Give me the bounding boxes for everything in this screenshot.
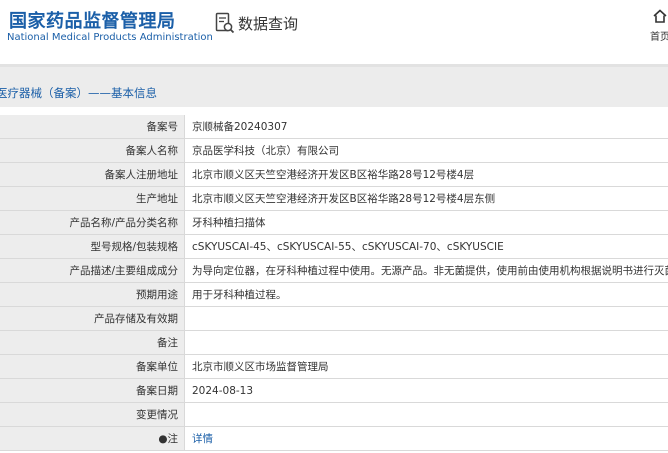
table-row: 备案号 京顺械备20240307 bbox=[0, 115, 668, 139]
field-value: 北京市顺义区天竺空港经济开发区B区裕华路28号12号楼4层 bbox=[184, 162, 668, 187]
field-label: 预期用途 bbox=[0, 282, 185, 307]
field-value: 用于牙科种植过程。 bbox=[184, 282, 668, 307]
field-value: 详情 bbox=[184, 426, 668, 451]
field-value bbox=[184, 402, 668, 427]
field-value: 为导向定位器，在牙科种植过程中使用。无源产品。非无菌提供，使用前由使用机构根据说… bbox=[184, 258, 668, 283]
data-search-label: 数据查询 bbox=[238, 14, 299, 33]
field-label: 型号规格/包装规格 bbox=[0, 234, 185, 259]
field-label: 备案人注册地址 bbox=[0, 162, 185, 187]
home-link[interactable]: 首页 bbox=[646, 6, 668, 46]
details-link[interactable]: 详情 bbox=[192, 433, 213, 445]
field-value: 京顺械备20240307 bbox=[184, 115, 668, 139]
table-row: 预期用途 用于牙科种植过程。 bbox=[0, 282, 668, 307]
table-row: 备案人注册地址 北京市顺义区天竺空港经济开发区B区裕华路28号12号楼4层 bbox=[0, 162, 668, 187]
table-row: 产品名称/产品分类名称 牙科种植扫描体 bbox=[0, 210, 668, 235]
field-label: 产品存储及有效期 bbox=[0, 306, 185, 331]
table-row: 产品描述/主要组成成分 为导向定位器，在牙科种植过程中使用。无源产品。非无菌提供，… bbox=[0, 258, 668, 283]
field-label: 产品描述/主要组成成分 bbox=[0, 258, 185, 283]
table-row: ●注 详情 bbox=[0, 426, 668, 451]
field-label: 备案单位 bbox=[0, 354, 185, 379]
breadcrumb: 医疗器械（备案）——基本信息 bbox=[0, 64, 668, 107]
table-row: 备注 bbox=[0, 330, 668, 355]
breadcrumb-text: 医疗器械（备案）——基本信息 bbox=[0, 86, 157, 100]
data-search-link[interactable]: 数据查询 bbox=[215, 12, 298, 34]
field-value: 牙科种植扫描体 bbox=[184, 210, 668, 235]
table-row: 生产地址 北京市顺义区天竺空港经济开发区B区裕华路28号12号楼4层东侧 bbox=[0, 186, 668, 211]
logo-title-cn[interactable]: 国家药品监督管理局 bbox=[9, 7, 176, 33]
field-value: cSKYUSCAI-45、cSKYUSCAI-55、cSKYUSCAI-70、c… bbox=[184, 234, 668, 259]
field-value bbox=[184, 306, 668, 331]
field-label: 备案日期 bbox=[0, 378, 185, 403]
table-row: 备案日期 2024-08-13 bbox=[0, 378, 668, 403]
field-value bbox=[184, 330, 668, 355]
field-label: 备注 bbox=[0, 330, 185, 355]
table-row: 备案单位 北京市顺义区市场监督管理局 bbox=[0, 354, 668, 379]
home-label: 首页 bbox=[650, 32, 668, 43]
field-label: 生产地址 bbox=[0, 186, 185, 211]
table-row: 备案人名称 京品医学科技（北京）有限公司 bbox=[0, 138, 668, 163]
document-search-icon bbox=[215, 12, 235, 34]
device-info-table: 备案号 京顺械备20240307 备案人名称 京品医学科技（北京）有限公司 备案人注册地… bbox=[0, 115, 668, 451]
field-value: 北京市顺义区天竺空港经济开发区B区裕华路28号12号楼4层东侧 bbox=[184, 186, 668, 211]
field-value: 京品医学科技（北京）有限公司 bbox=[184, 138, 668, 163]
field-label: ●注 bbox=[0, 426, 185, 451]
table-row: 产品存储及有效期 bbox=[0, 306, 668, 331]
field-value: 2024-08-13 bbox=[184, 378, 668, 403]
field-label: 备案人名称 bbox=[0, 138, 185, 163]
field-label: 产品名称/产品分类名称 bbox=[0, 210, 185, 235]
home-icon bbox=[653, 9, 667, 23]
field-value: 北京市顺义区市场监督管理局 bbox=[184, 354, 668, 379]
site-header: 国家药品监督管理局 National Medical Products Admi… bbox=[0, 0, 668, 60]
table-row: 型号规格/包装规格 cSKYUSCAI-45、cSKYUSCAI-55、cSKYU… bbox=[0, 234, 668, 259]
field-label: 备案号 bbox=[0, 115, 185, 139]
table-row: 变更情况 bbox=[0, 402, 668, 427]
field-label: 变更情况 bbox=[0, 402, 185, 427]
logo-title-en[interactable]: National Medical Products Administration bbox=[7, 32, 213, 43]
